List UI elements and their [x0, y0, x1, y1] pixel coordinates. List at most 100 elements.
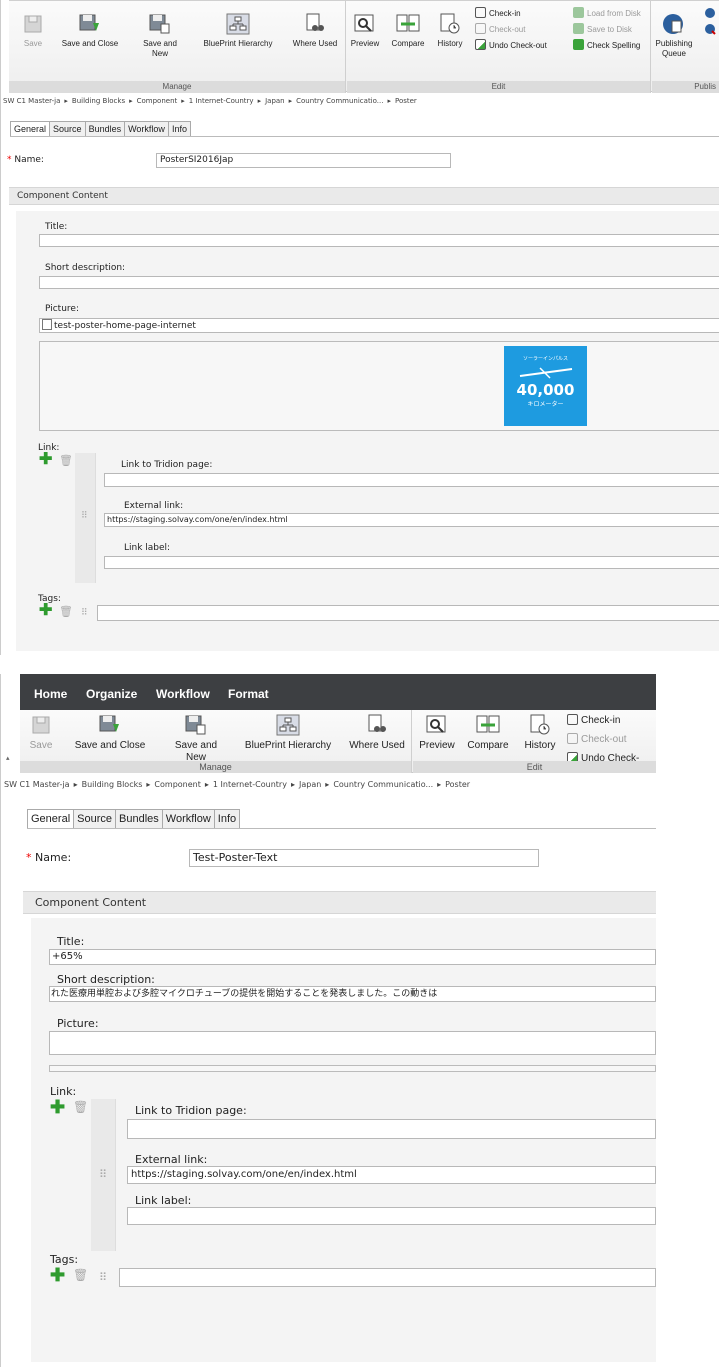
tab-source[interactable]: Source	[50, 121, 86, 137]
breadcrumb-separator: ▸	[73, 780, 78, 789]
check-spelling-button[interactable]: Check Spelling	[573, 39, 640, 51]
bottom-tag-grip-icon[interactable]: ⠿	[99, 1271, 107, 1284]
undo-checkout-button[interactable]: Undo Check-out	[475, 39, 547, 51]
tab-workflow[interactable]: Workflow	[125, 121, 169, 137]
breadcrumb-separator: ▸	[64, 97, 68, 105]
menu-home[interactable]: Home	[34, 687, 67, 701]
add-tag-icon[interactable]: ✚	[39, 603, 52, 619]
bottom-history-button[interactable]: History	[517, 714, 563, 752]
delete-link-icon[interactable]: 🗑	[59, 454, 73, 467]
publish-globe-icon[interactable]	[704, 7, 716, 19]
breadcrumb-item[interactable]: Component	[154, 780, 200, 789]
add-link-icon[interactable]: ✚	[39, 452, 52, 468]
publishing-queue-button[interactable]: Publishing Queue	[654, 13, 694, 59]
tab-info[interactable]: Info	[214, 809, 241, 829]
bottom-delete-tag-icon[interactable]: 🗑	[73, 1268, 88, 1282]
bottom-where-used-button[interactable]: Where Used	[344, 714, 410, 752]
breadcrumb-item[interactable]: SW C1 Master-ja	[4, 780, 70, 789]
tab-general[interactable]: General	[27, 809, 75, 829]
save-new-icon	[185, 715, 206, 735]
bottom-save-new-button[interactable]: Save and New	[168, 714, 224, 764]
check-in-button[interactable]: Check-in	[475, 7, 521, 19]
bottom-manage-group: Save Save and Close Save and New BluePri…	[20, 710, 412, 773]
save-button[interactable]: Save	[17, 13, 49, 49]
bottom-title-field[interactable]: +65%	[49, 949, 656, 965]
save-close-button[interactable]: Save and Close	[55, 13, 125, 49]
where-used-button[interactable]: Where Used	[287, 13, 343, 49]
name-field[interactable]: PosterSI2016Jap	[156, 153, 451, 168]
check-out-button[interactable]: Check-out	[475, 23, 525, 35]
history-button[interactable]: History	[431, 13, 469, 49]
ribbon-collapse-arrow[interactable]: ▴	[6, 754, 10, 762]
breadcrumb-item[interactable]: Poster	[445, 780, 470, 789]
bottom-add-link-icon[interactable]: ✚	[50, 1098, 65, 1116]
bottom-tridion-link-field[interactable]	[127, 1119, 656, 1139]
menu-organize[interactable]: Organize	[86, 687, 137, 701]
bottom-short-description-field[interactable]: れた医療用単腔および多腔マイクロチューブの提供を開始することを発表しました。この…	[49, 986, 656, 1002]
breadcrumb-item[interactable]: Building Blocks	[72, 97, 125, 105]
link-grip-icon[interactable]: ⠿	[81, 510, 88, 521]
main-menu-bar: Home Organize Workflow Format	[20, 674, 656, 710]
bottom-compare-button[interactable]: Compare	[463, 714, 513, 752]
lock-icon	[567, 733, 578, 744]
blueprint-hierarchy-button[interactable]: BluePrint Hierarchy	[197, 13, 279, 49]
short-description-field[interactable]	[39, 276, 719, 289]
bottom-check-in-button[interactable]: Check-in	[567, 714, 620, 727]
picture-field[interactable]: test-poster-home-page-internet	[39, 318, 719, 333]
bottom-picture-preview-area	[49, 1065, 656, 1072]
breadcrumb-item[interactable]: Country Communicatio...	[296, 97, 383, 105]
bottom-tag-field[interactable]	[119, 1268, 656, 1287]
breadcrumb-item[interactable]: Component	[137, 97, 178, 105]
manage-group-label: Manage	[9, 81, 345, 93]
tab-bundles[interactable]: Bundles	[85, 121, 126, 137]
bottom-link-label-field[interactable]	[127, 1207, 656, 1225]
bottom-link-grip-icon[interactable]: ⠿	[99, 1168, 107, 1181]
tab-source[interactable]: Source	[74, 809, 116, 829]
compare-button[interactable]: Compare	[387, 13, 429, 49]
save-new-button[interactable]: Save and New	[137, 13, 183, 59]
breadcrumb-item[interactable]: Japan	[265, 97, 285, 105]
bottom-check-out-button[interactable]: Check-out	[567, 733, 627, 746]
external-link-field[interactable]: https://staging.solvay.com/one/en/index.…	[104, 513, 719, 527]
delete-tag-icon[interactable]: 🗑	[59, 605, 73, 618]
breadcrumb-item[interactable]: Japan	[299, 780, 321, 789]
bottom-picture-field[interactable]	[49, 1031, 656, 1055]
tridion-link-field[interactable]	[104, 473, 719, 487]
load-disk-icon	[573, 7, 584, 18]
preview-button[interactable]: Preview	[349, 13, 381, 49]
bottom-name-field[interactable]: Test-Poster-Text	[189, 849, 539, 867]
tab-workflow[interactable]: Workflow	[162, 809, 215, 829]
breadcrumb-item[interactable]: SW C1 Master-ja	[3, 97, 60, 105]
poster-thumbnail: ソーラーインパルス 40,000 キロメーター	[504, 346, 587, 426]
component-content-header: Component Content	[9, 187, 719, 205]
tag-grip-icon[interactable]: ⠿	[81, 607, 88, 618]
bottom-blueprint-button[interactable]: BluePrint Hierarchy	[238, 714, 338, 752]
tab-general[interactable]: General	[10, 121, 51, 137]
link-label-field[interactable]	[104, 556, 719, 569]
menu-format[interactable]: Format	[228, 687, 269, 701]
save-to-disk-button[interactable]: Save to Disk	[573, 23, 632, 35]
breadcrumb-item[interactable]: 1 Internet-Country	[213, 780, 287, 789]
bottom-save-close-button[interactable]: Save and Close	[70, 714, 150, 752]
breadcrumb-item[interactable]: 1 Internet-Country	[189, 97, 254, 105]
bottom-delete-link-icon[interactable]: 🗑	[73, 1100, 88, 1114]
bottom-save-button[interactable]: Save	[26, 714, 56, 752]
publishing-queue-icon	[663, 14, 683, 34]
save-close-icon	[99, 715, 119, 732]
menu-workflow[interactable]: Workflow	[156, 687, 210, 701]
poster-unit: キロメーター	[527, 401, 564, 408]
bottom-add-tag-icon[interactable]: ✚	[50, 1266, 65, 1284]
breadcrumb-item[interactable]: Poster	[395, 97, 417, 105]
unpublish-globe-icon[interactable]	[704, 23, 716, 35]
title-field[interactable]	[39, 234, 719, 247]
tab-info[interactable]: Info	[168, 121, 191, 137]
breadcrumb-separator: ▸	[437, 780, 442, 789]
breadcrumb-item[interactable]: Country Communicatio...	[333, 780, 433, 789]
tag-field[interactable]	[97, 605, 719, 621]
load-from-disk-button[interactable]: Load from Disk	[573, 7, 641, 19]
tab-bundles[interactable]: Bundles	[116, 809, 163, 829]
breadcrumb-item[interactable]: Building Blocks	[82, 780, 143, 789]
bottom-preview-button[interactable]: Preview	[415, 714, 459, 752]
bottom-external-link-field[interactable]: https://staging.solvay.com/one/en/index.…	[127, 1166, 656, 1184]
picture-filename: test-poster-home-page-internet	[54, 321, 196, 331]
